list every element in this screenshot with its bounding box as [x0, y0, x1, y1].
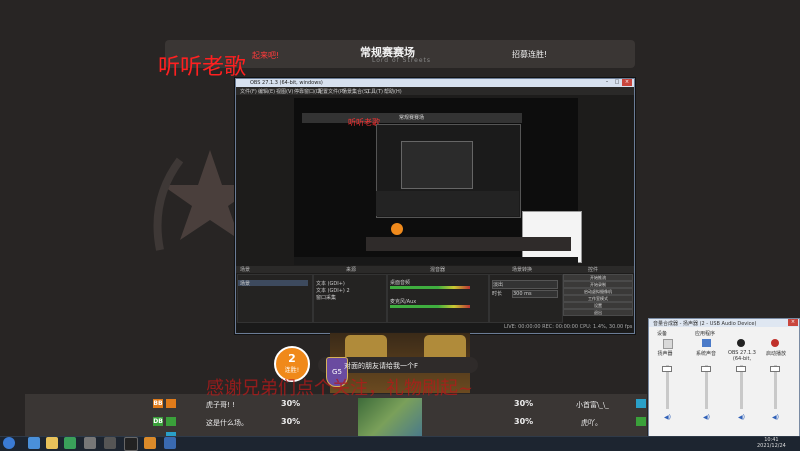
right-player-percent: 30% [514, 417, 534, 426]
obs-window-title: OBS 27.1.3 (64-bit, windows) [250, 80, 323, 86]
obs-mute-icon[interactable]: ◀) [738, 414, 745, 421]
settings-button[interactable]: 设置 [563, 302, 633, 309]
left-player-name: 这是什么场。 [206, 419, 248, 427]
channel-speaker-label: 扬声器 [657, 351, 673, 357]
preview-lower-banner [366, 237, 571, 251]
speaker-device-icon [663, 339, 673, 349]
close-button[interactable]: × [622, 79, 632, 86]
nested-obs-capture-inner [401, 141, 473, 189]
obs-volume-knob[interactable] [736, 366, 746, 372]
dock-sources-title: 来源 [346, 267, 357, 273]
system-sounds-icon [702, 339, 711, 347]
challenge-tag-text: 对面的朋友请给我一个F [344, 362, 419, 370]
right-team-icon [636, 399, 646, 408]
transition-select[interactable]: 淡出 [492, 280, 558, 289]
playback-volume-knob[interactable] [770, 366, 780, 372]
exit-button[interactable]: 退出 [563, 309, 633, 316]
start-button-icon[interactable] [3, 437, 15, 449]
obs-status-text: LIVE: 00:00:00 REC: 00:00:00 CPU: 1.4%, … [504, 324, 633, 330]
menu-help[interactable]: 帮助(H) [384, 88, 402, 95]
left-player-name: 虎子哥! ! [206, 401, 235, 409]
dock-mixer-title: 混音器 [430, 267, 446, 273]
volume-mixer-close-button[interactable]: × [788, 319, 798, 326]
maximize-button[interactable]: □ [612, 79, 622, 86]
windows-taskbar [0, 436, 800, 451]
studio-mode-button[interactable]: 工作室模式 [563, 295, 633, 302]
start-streaming-button[interactable]: 开始推流 [563, 274, 633, 281]
cheer-text: 起来吧! [252, 51, 280, 60]
menu-tools[interactable]: 工具(T) [366, 88, 383, 95]
left-team-icon [166, 399, 176, 408]
app-taskbar-icon[interactable] [64, 437, 76, 449]
obs-app-icon [737, 339, 745, 347]
obs-window[interactable]: OBS 27.1.3 (64-bit, windows) – □ × 文件(F)… [235, 78, 635, 334]
device-label: 设备 [657, 331, 668, 337]
apps-label: 应用程序 [695, 331, 716, 337]
win-streak-label: 连胜! [284, 367, 300, 374]
game-thumbnail [358, 398, 422, 436]
source-item[interactable]: 窗口采集 [316, 294, 336, 301]
explorer-taskbar-icon[interactable] [46, 437, 58, 449]
channel-system-label: 系统声音 [695, 351, 716, 357]
speaker-volume-knob[interactable] [662, 366, 672, 372]
virtual-camera-button[interactable]: 启动虚拟摄像机 [563, 288, 633, 295]
minimize-button[interactable]: – [602, 79, 612, 86]
right-player-percent: 30% [514, 399, 534, 408]
menu-file[interactable]: 文件(F) [240, 88, 257, 95]
mic-audio-meter [390, 305, 470, 308]
system-volume-knob[interactable] [701, 366, 711, 372]
scene-item-label: 场景 [240, 281, 251, 287]
playback-mute-icon[interactable]: ◀) [772, 414, 779, 421]
volume-mixer-title: 音量合成器 - 扬声器 (2 - USB Audio Device) [653, 321, 757, 327]
ie-taskbar-icon[interactable] [28, 437, 40, 449]
app-taskbar-icon[interactable] [84, 437, 96, 449]
volume-mixer-window[interactable]: 音量合成器 - 扬声器 (2 - USB Audio Device) × 设备 … [648, 318, 800, 438]
dock-controls-title: 控件 [588, 267, 599, 273]
app-taskbar-icon[interactable] [104, 437, 116, 449]
source-item[interactable]: 文本 (GDI+) 2 [316, 287, 350, 294]
right-team-icon [636, 417, 646, 426]
scrolling-message: 感谢兄弟们点个关注，礼物刷起~ [206, 378, 474, 399]
left-player-percent: 30% [281, 417, 301, 426]
clock-date: 2021/12/24 [757, 443, 786, 449]
taskbar-clock[interactable]: 10:41 2021/12/24 [757, 437, 786, 449]
left-player-percent: 30% [281, 399, 301, 408]
controls-panel: 开始推流 开始录制 启动虚拟摄像机 工作室模式 设置 退出 [563, 274, 633, 321]
app-taskbar-icon[interactable] [144, 437, 156, 449]
menu-view[interactable]: 视图(V) [276, 88, 293, 95]
menu-edit[interactable]: 编辑(E) [258, 88, 275, 95]
banner-right-text: 招募连胜! [512, 50, 548, 59]
channel-obs-label: OBS 27.1.3 (64-bit, window... [728, 350, 756, 362]
mixer-track-mic: 麦克风/Aux [390, 299, 417, 305]
score-table [25, 394, 647, 436]
preview-banner-title: 常规赛赛场 [399, 115, 425, 121]
duration-label: 时长 [492, 291, 503, 297]
app-taskbar-icon[interactable] [164, 437, 176, 449]
channel-playback-label: 启动播放 [765, 351, 786, 357]
left-team-tag: BB [153, 399, 163, 408]
dock-transitions-title: 场景转换 [512, 267, 533, 273]
dock-scenes-title: 场景 [240, 267, 251, 273]
mixer-track-desktop: 桌面音频 [390, 280, 411, 286]
win-streak-number: 2 [288, 352, 296, 365]
speaker-mute-icon[interactable]: ◀) [664, 414, 671, 421]
right-player-name: 虎吖。 [581, 419, 602, 427]
duration-field[interactable]: 300 ms [512, 290, 558, 298]
nested-obs-docks [376, 191, 519, 216]
menu-profile[interactable]: 配置文件(P) [318, 88, 345, 95]
host-name: 听听老歌 [158, 55, 247, 80]
banner-subtitle: Lord of Streets [372, 57, 432, 64]
preview-score-bar [294, 257, 578, 265]
left-team-icon [166, 417, 176, 426]
playback-app-icon [771, 339, 779, 347]
source-item[interactable]: 文本 (GDI+) [316, 280, 345, 287]
system-mute-icon[interactable]: ◀) [703, 414, 710, 421]
preview-round-bubble [391, 223, 403, 235]
start-recording-button[interactable]: 开始录制 [563, 281, 633, 288]
obs-taskbar-icon[interactable] [124, 437, 138, 451]
left-team-tag: DB [153, 417, 163, 426]
right-player-name: 小首富\_\_ [576, 401, 609, 409]
desktop-audio-meter [390, 286, 470, 289]
